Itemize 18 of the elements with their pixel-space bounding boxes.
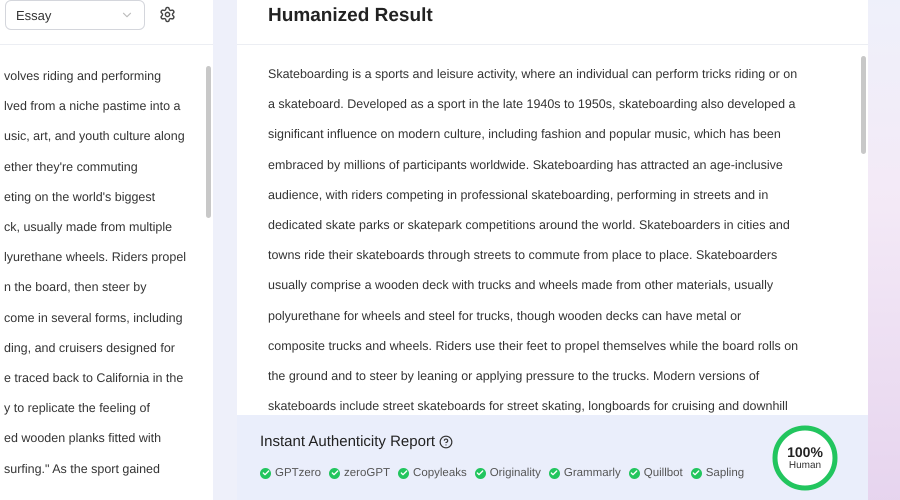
detector-name: Copyleaks — [413, 467, 467, 479]
result-text: Skateboarding is a sports and leisure activity, where an individual can perform tricks riding or on a skateboard. Developed as a sport in the late 1940s to 1950s, skateboarding also developed a significant influence on modern culture, including fashion and popular music, which has been embraced by millions of participants worldwide. Skateboarding has attracted an age-inclusive audience, with riders competing in professional skateboarding, performing in streets and in dedicated skate parks or skatepark competitions around the world. Skateboarders in cities and towns ride their skateboards through streets to commute from place to place. Skateboarders usually comprise a wooden deck with trucks and wheels made from other materials, usually polyurethane for wheels and steel for trucks, though wooden decks can have metal or composite trucks and wheels. Riders use their feet to propel themselves while the board rolls on the ground and to steer by leaning or applying pressure to the trucks. Modern versions of skateboards include street skateboards for street skating, longboards for cruising and downhill — [268, 66, 800, 415]
scrollbar-thumb[interactable] — [861, 56, 866, 154]
settings-icon[interactable] — [159, 6, 176, 23]
score-value: 100% — [787, 444, 823, 460]
detector-name: Sapling — [706, 467, 744, 479]
detector-name: GPTzero — [275, 467, 322, 479]
scrollbar-thumb[interactable] — [206, 66, 211, 218]
report-title: Instant Authenticity Report — [260, 433, 436, 450]
score-label: Human — [788, 460, 822, 471]
help-icon[interactable] — [439, 434, 454, 448]
mode-select[interactable]: Essay — [5, 0, 145, 30]
detector-name: zeroGPT — [344, 467, 390, 479]
detector-name: Quillbot — [644, 467, 683, 479]
result-title: Humanized Result — [237, 0, 868, 45]
detector-name: Originality — [490, 467, 541, 479]
detector-name: Grammarly — [564, 467, 621, 479]
input-text: volves riding and performing lved from a niche pastime into a usic, art, and youth culture along ether they're commuting eting on the world's biggest ck, usually made from multiple lyurethane wheels. Riders propel n the board, then steer by come in several forms, including ding, and cruisers designed for e traced back to California in the y to replicate the feeling of ed wooden planks fitted with surfing." As the sport gained — [3, 68, 188, 478]
